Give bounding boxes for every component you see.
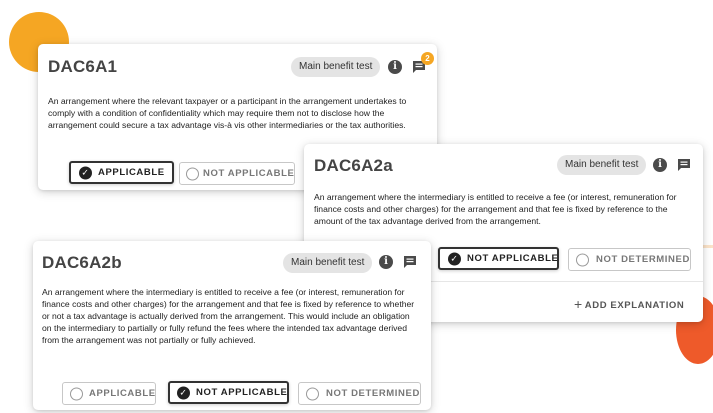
check-circle-icon: ✓ <box>448 252 461 265</box>
option-label: NOT DETERMINED <box>326 388 420 399</box>
info-icon[interactable]: i <box>388 60 402 74</box>
comment-icon[interactable] <box>403 255 417 268</box>
card-header: DAC6A2b Main benefit test i <box>33 241 431 281</box>
hallmark-description: An arrangement where the intermediary is… <box>314 192 677 226</box>
info-icon[interactable]: i <box>653 158 667 172</box>
card-header: DAC6A1 Main benefit test i 2 <box>38 44 437 84</box>
radio-empty-icon <box>70 387 83 400</box>
card-title: DAC6A2a <box>314 156 393 175</box>
option-label: NOT APPLICABLE <box>196 387 288 398</box>
hallmark-description: An arrangement where the relevant taxpay… <box>48 96 407 130</box>
option-not-applicable[interactable]: ✓ NOT APPLICABLE <box>168 381 289 404</box>
option-not-determined[interactable]: NOT DETERMINED <box>568 248 691 271</box>
check-circle-icon: ✓ <box>177 386 190 399</box>
radio-empty-icon <box>186 167 199 180</box>
info-icon[interactable]: i <box>379 255 393 269</box>
option-label: NOT APPLICABLE <box>203 168 295 179</box>
option-not-determined[interactable]: NOT DETERMINED <box>298 382 421 405</box>
option-not-applicable[interactable]: NOT APPLICABLE <box>179 162 295 185</box>
plus-icon: + <box>574 296 583 312</box>
add-explanation-label: ADD EXPLANATION <box>584 300 685 311</box>
card-title: DAC6A1 <box>48 57 118 76</box>
option-label: NOT DETERMINED <box>596 254 690 265</box>
option-label: APPLICABLE <box>98 167 165 178</box>
add-explanation-button[interactable]: + ADD EXPLANATION <box>574 296 684 312</box>
hallmark-card-dac6a2b: DAC6A2b Main benefit test i An arrangeme… <box>33 241 431 410</box>
option-label: NOT APPLICABLE <box>467 253 559 264</box>
option-applicable[interactable]: ✓ APPLICABLE <box>69 161 174 184</box>
main-benefit-test-tag[interactable]: Main benefit test <box>557 155 647 175</box>
comment-count-badge: 2 <box>421 52 434 65</box>
option-applicable[interactable]: APPLICABLE <box>62 382 156 405</box>
comment-icon[interactable] <box>677 158 691 171</box>
main-benefit-test-tag[interactable]: Main benefit test <box>291 57 381 77</box>
radio-empty-icon <box>576 253 589 266</box>
card-header: DAC6A2a Main benefit test i <box>304 144 703 184</box>
card-title: DAC6A2b <box>42 253 122 272</box>
main-benefit-test-tag[interactable]: Main benefit test <box>283 253 373 273</box>
radio-empty-icon <box>306 387 319 400</box>
option-not-applicable[interactable]: ✓ NOT APPLICABLE <box>438 247 559 270</box>
hallmark-description: An arrangement where the intermediary is… <box>42 287 415 345</box>
check-circle-icon: ✓ <box>79 166 92 179</box>
option-label: APPLICABLE <box>89 388 156 399</box>
